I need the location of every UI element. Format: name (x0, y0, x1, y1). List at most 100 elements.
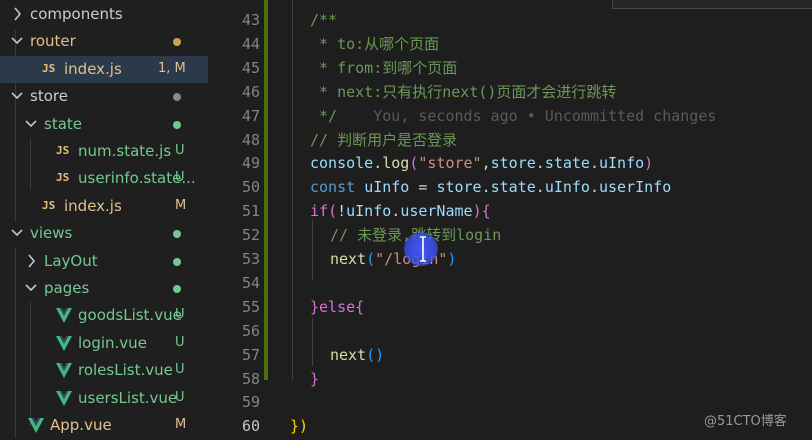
line-number: 49 (241, 154, 260, 173)
code-token: ( (366, 250, 376, 268)
line-number: 58 (241, 369, 260, 388)
file-userslist-vue[interactable]: usersList.vue U (0, 385, 208, 412)
line-number: 53 (241, 250, 260, 268)
line-number: 48 (241, 130, 260, 149)
folder-state[interactable]: state (0, 111, 208, 138)
code-token: () (366, 345, 385, 364)
chevron-right-icon[interactable] (10, 4, 24, 24)
code-token: . (481, 178, 491, 197)
chevron-right-icon[interactable] (24, 251, 38, 271)
line-number: 47 (241, 106, 260, 125)
code-token: . (373, 154, 383, 173)
code-token: ) (447, 250, 457, 268)
code-line[interactable]: if(!uInfo.userName){ (310, 199, 491, 223)
folder-views[interactable]: views (0, 220, 208, 247)
code-line[interactable]: } (310, 367, 319, 391)
code-indent-guide (312, 318, 313, 366)
file-index-js[interactable]: JS index.js 1, M (0, 55, 208, 83)
git-status-dot (173, 38, 181, 47)
chevron-down-icon[interactable] (10, 86, 24, 106)
code-line[interactable]: */ You, seconds ago • Uncommitted change… (310, 104, 716, 128)
tree-item-label: router (30, 32, 76, 51)
git-status-dot (173, 257, 181, 266)
line-number: 50 (241, 178, 260, 197)
code-token: . (535, 178, 545, 197)
javascript-file-icon: JS (42, 61, 56, 75)
code-line[interactable]: }) (290, 414, 308, 438)
vue-file-icon (28, 418, 44, 433)
line-number: 60 (241, 417, 260, 436)
file-num-state-js[interactable]: JS num.state.js U (0, 138, 208, 165)
code-token: console (310, 154, 374, 173)
code-indent-guide (312, 220, 313, 280)
code-line[interactable]: * next:只有执行next()页面才会进行跳转 (310, 80, 616, 104)
code-token: * next:只有执行next()页面才会进行跳转 (310, 82, 617, 101)
code-line[interactable]: console.log("store",store.state.uInfo) (310, 151, 653, 175)
file-goodslist-vue[interactable]: goodsList.vue U (0, 302, 208, 329)
code-token: . (535, 154, 545, 173)
tree-item-label: LayOut (44, 251, 98, 270)
line-number: 46 (241, 82, 260, 101)
line-number: 54 (241, 273, 260, 292)
code-token: . (391, 202, 401, 221)
line-number: 59 (241, 393, 260, 412)
code-token: state (544, 154, 590, 173)
code-token: uInfo (599, 154, 645, 173)
code-line[interactable]: const uInfo = store.state.uInfo.userInfo (310, 175, 671, 199)
code-line[interactable]: next() (330, 343, 384, 367)
tree-item-label: state (44, 114, 82, 133)
git-status-dot (173, 285, 181, 293)
code-token: * to:从哪个页面 (310, 34, 440, 53)
git-status-badge: U (175, 362, 185, 378)
code-token: . (589, 178, 599, 197)
git-status-dot (173, 230, 181, 239)
chevron-down-icon[interactable] (24, 114, 38, 134)
code-editor[interactable]: /** * to:从哪个页面 * from:到哪个页面 * next:只有执行n… (268, 0, 812, 440)
code-token: const (310, 178, 365, 197)
git-status-badge: U (175, 143, 185, 158)
text-cursor-icon (420, 236, 426, 262)
file-roleslist-vue[interactable]: rolesList.vue U (0, 357, 208, 384)
tree-item-label: views (30, 224, 73, 243)
code-line[interactable]: * to:从哪个页面 (310, 32, 439, 56)
tree-item-label: index.js (64, 59, 122, 78)
folder-store[interactable]: store (0, 83, 208, 110)
code-line[interactable]: * from:到哪个页面 (310, 56, 457, 80)
code-line[interactable]: /** (310, 8, 337, 32)
git-status-dot (173, 120, 181, 129)
line-number: 56 (241, 321, 260, 340)
code-token: */ (310, 106, 338, 125)
file-index-js[interactable]: JS index.js M (0, 193, 208, 220)
file-login-vue[interactable]: login.vue U (0, 330, 208, 357)
code-token: ) (472, 202, 482, 221)
tree-item-label: pages (44, 279, 90, 297)
file-userinfo-state[interactable]: JS userinfo.state... U (0, 165, 208, 192)
code-token: state (490, 178, 536, 197)
code-token: uInfo (544, 178, 590, 197)
line-number: 52 (241, 226, 260, 245)
folder-router[interactable]: router (0, 28, 208, 55)
code-token: userName (400, 202, 473, 221)
tree-item-label: index.js (64, 196, 122, 215)
code-token: ) (644, 154, 654, 173)
code-token: if (310, 202, 329, 221)
code-token: } (310, 297, 320, 316)
folder-layout[interactable]: LayOut (0, 248, 208, 275)
line-number-gutter: 43 44 45 46 47 48 49 50 51 52 53 54 55 56 57 58 59 60 (208, 0, 268, 440)
file-app-vue[interactable]: App.vue M (0, 412, 208, 439)
code-token: next (330, 250, 367, 268)
git-status-badge: U (175, 334, 185, 350)
chevron-down-icon[interactable] (24, 278, 38, 298)
chevron-down-icon[interactable] (10, 31, 24, 51)
code-token: store (490, 154, 536, 173)
code-token: ! (337, 202, 347, 221)
git-blame-annotation: You, seconds ago • Uncommitted changes (337, 106, 717, 125)
vue-file-icon (56, 308, 72, 324)
code-line[interactable]: }else{ (310, 295, 364, 319)
tree-item-label: store (30, 87, 68, 106)
code-line[interactable]: // 判断用户是否登录 (310, 128, 457, 152)
folder-pages[interactable]: pages (0, 275, 208, 302)
chevron-down-icon[interactable] (10, 223, 24, 243)
folder-components[interactable]: components (0, 1, 208, 28)
code-token: store (436, 178, 482, 197)
